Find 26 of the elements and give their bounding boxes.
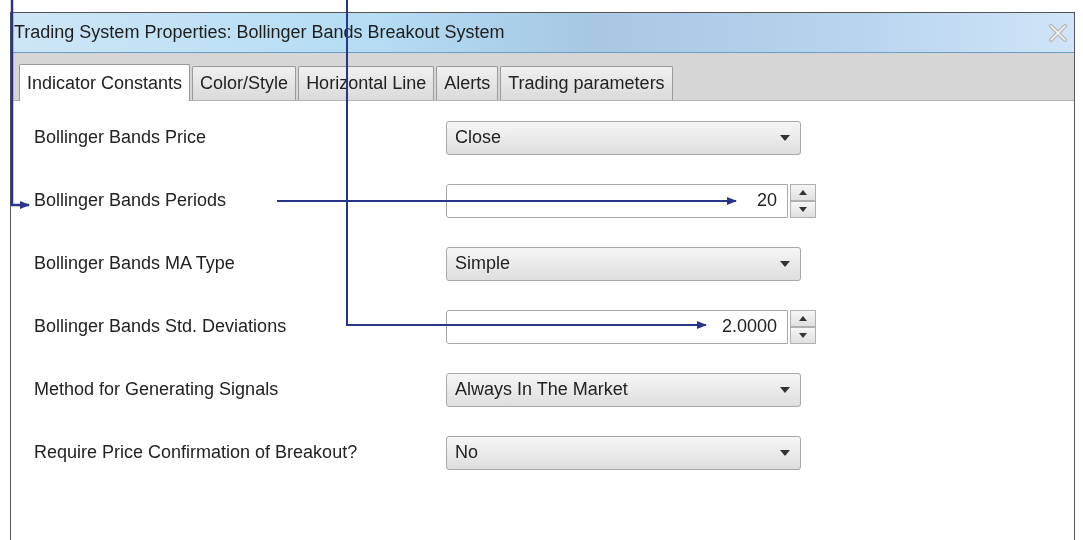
spin-up-button[interactable]: [790, 309, 816, 327]
caret-icon: [780, 260, 790, 267]
dropdown[interactable]: Close: [446, 120, 801, 155]
down-arrow-icon: [799, 332, 807, 338]
tab[interactable]: Indicator Constants: [19, 64, 191, 101]
field-label: Bollinger Bands MA Type: [34, 253, 236, 274]
caret-icon: [780, 449, 790, 456]
spin-up-button[interactable]: [790, 183, 816, 201]
caret-icon: [780, 386, 790, 393]
caret-icon: [780, 134, 790, 141]
field-label: Require Price Confirmation of Breakout?: [34, 442, 359, 463]
dropdown[interactable]: Always In The Market: [446, 372, 801, 407]
field-label: Method for Generating Signals: [34, 379, 280, 400]
number-field[interactable]: 2.0000: [446, 309, 788, 344]
dropdown[interactable]: Simple: [446, 246, 801, 281]
tab[interactable]: Color/Style: [192, 66, 297, 100]
down-arrow-icon: [799, 206, 807, 212]
tab[interactable]: Trading parameters: [500, 66, 673, 100]
up-arrow-icon: [799, 189, 807, 195]
field-label: Bollinger Bands Price: [34, 127, 208, 148]
field-label: Bollinger Bands Std. Deviations: [34, 316, 288, 337]
up-arrow-icon: [799, 315, 807, 321]
field-label: Bollinger Bands Periods: [34, 190, 228, 211]
dropdown[interactable]: No: [446, 435, 801, 470]
tab[interactable]: Alerts: [436, 66, 499, 100]
number-field[interactable]: 20: [446, 183, 788, 218]
